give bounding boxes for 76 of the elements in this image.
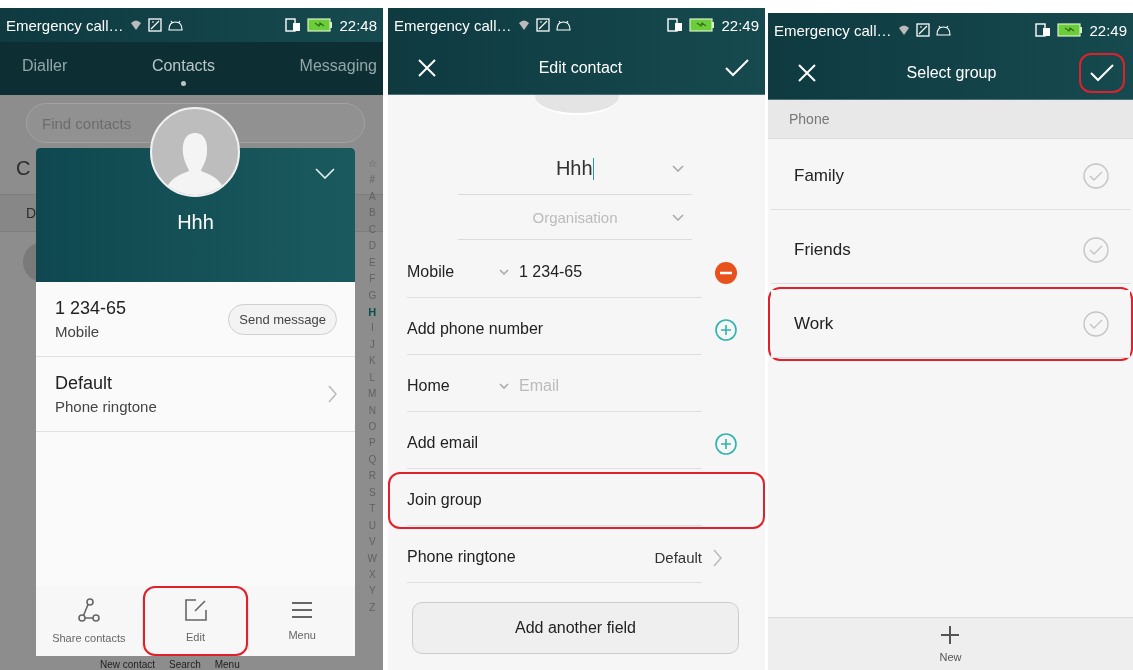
screen-title: Select group	[905, 64, 998, 82]
name-field[interactable]: Hhh	[458, 143, 692, 195]
android-icon	[555, 19, 571, 31]
field-type-label[interactable]: Home	[407, 377, 489, 395]
image-icon	[915, 23, 930, 37]
android-icon	[167, 19, 183, 31]
clock-text: 22:48	[339, 16, 377, 34]
list-text: D	[26, 205, 37, 221]
setting-value: Default	[654, 548, 702, 566]
tab[interactable]: Contacts	[151, 51, 216, 86]
plus-circle-icon	[715, 432, 737, 455]
add-field-label[interactable]: Add email	[407, 434, 479, 452]
image-icon	[147, 18, 162, 32]
index-letter[interactable]: #	[369, 172, 376, 189]
clock-text: 22:49	[721, 16, 759, 34]
close-icon	[798, 64, 816, 82]
share-icon	[77, 598, 100, 622]
chevron-down-icon	[499, 383, 509, 389]
battery-icon	[1057, 23, 1084, 37]
phone-type: Mobile	[55, 323, 101, 340]
action-button[interactable]: Share contacts	[39, 589, 139, 653]
image-icon	[535, 18, 550, 32]
contact-name: Hhh	[177, 211, 214, 234]
plus-icon	[940, 625, 961, 645]
new-group-button[interactable]: New	[933, 624, 968, 664]
chevron-down-icon	[315, 168, 335, 179]
sim-card-icon	[1035, 23, 1052, 37]
index-letter[interactable]: H	[368, 303, 377, 321]
bottom-bar-label[interactable]: Search	[169, 659, 201, 670]
field-type-label[interactable]: Mobile	[407, 263, 489, 281]
group-item[interactable]: Work	[771, 290, 1130, 358]
add-field-label[interactable]: Add phone number	[407, 320, 544, 338]
wifi-icon	[897, 24, 910, 36]
ringtone-value: Default	[55, 373, 114, 394]
organisation-field[interactable]: Organisation	[458, 195, 692, 240]
chevron-right-icon	[712, 548, 722, 567]
clock-text: 22:49	[1089, 21, 1127, 39]
ringtone-label: Phone ringtone	[55, 398, 157, 415]
field-value[interactable]: 1 234-65	[519, 263, 583, 281]
chevron-down-icon	[672, 213, 684, 221]
chevron-down-icon	[672, 165, 684, 172]
check-icon	[725, 59, 749, 77]
index-letter[interactable]: ☆	[367, 156, 377, 173]
plus-circle-icon	[715, 318, 737, 341]
wifi-icon	[129, 19, 142, 31]
tab[interactable]: Messaging	[299, 51, 377, 86]
screen-title: Edit contact	[537, 59, 624, 77]
bottom-bar-label[interactable]: New contact	[100, 659, 156, 670]
add-field-button[interactable]: Add another field	[412, 602, 739, 654]
action-button[interactable]: Menu	[252, 589, 352, 653]
field-placeholder[interactable]: Email	[519, 377, 559, 395]
edit-icon	[184, 599, 207, 621]
menu-icon	[291, 601, 314, 619]
section-header: Phone	[789, 111, 830, 127]
chevron-right-icon	[328, 385, 337, 403]
sim-card-icon	[667, 18, 684, 32]
action-button[interactable]: Edit	[145, 589, 246, 653]
wifi-icon	[517, 19, 530, 31]
bottom-bar-label[interactable]: Menu	[214, 659, 240, 670]
minus-circle-icon	[715, 261, 737, 284]
phone-number: 1 234-65	[55, 298, 127, 319]
notification-text: Emergency call…	[6, 16, 124, 34]
notification-text: Emergency call…	[394, 16, 512, 34]
list-text: C	[16, 157, 31, 180]
sim-card-icon	[285, 18, 302, 32]
close-icon	[418, 59, 436, 77]
tab[interactable]: Dialler	[22, 51, 68, 86]
chevron-down-icon	[499, 269, 509, 275]
battery-icon	[307, 18, 334, 32]
setting-label[interactable]: Phone ringtone	[407, 548, 516, 566]
setting-label[interactable]: Join group	[407, 491, 482, 509]
battery-icon	[689, 18, 716, 32]
notification-text: Emergency call…	[774, 21, 892, 39]
send-message-button[interactable]: Send message	[228, 303, 337, 335]
android-icon	[935, 24, 951, 36]
check-icon	[1090, 64, 1114, 82]
